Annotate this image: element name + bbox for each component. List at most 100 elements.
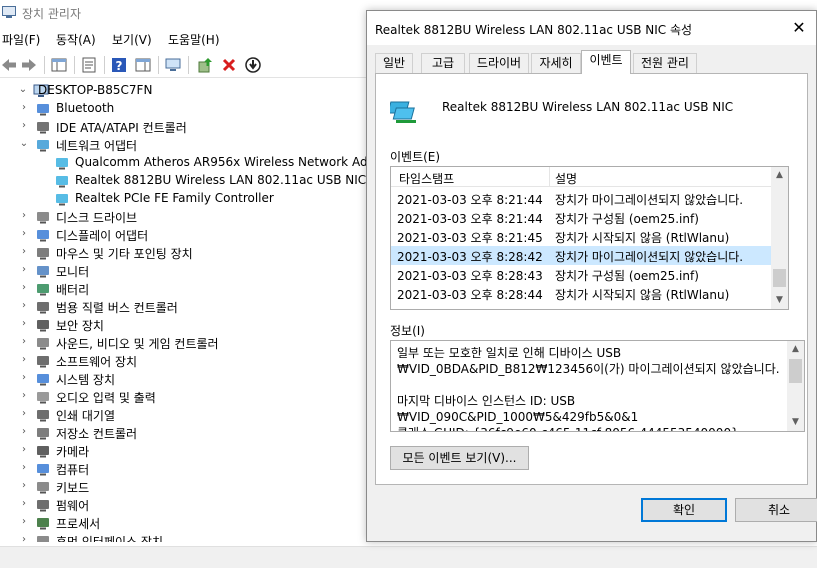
event-row[interactable]: 2021-03-03 오후 8:21:45 장치가 시작되지 않음 (RtlWla… — [391, 227, 787, 246]
event-timestamp: 2021-03-03 오후 8:28:42 — [397, 250, 543, 264]
tree-category-label: 보안 장치 — [56, 319, 104, 333]
properties-dialog: Realtek 8812BU Wireless LAN 802.11ac USB… — [366, 10, 817, 542]
expand-chevron-icon[interactable]: › — [19, 102, 29, 114]
expand-chevron-icon[interactable]: › — [19, 372, 29, 384]
security-device-icon — [37, 320, 49, 332]
event-description: 장치가 구성됨 (oem25.inf) — [555, 212, 699, 226]
info-textbox[interactable]: 일부 또는 모호한 일치로 인해 디바이스 USB ₩VID_0BDA&PID_… — [390, 340, 805, 432]
cancel-button[interactable]: 취소 — [735, 498, 817, 522]
ok-button[interactable]: 확인 — [641, 498, 727, 522]
scroll-thumb[interactable] — [773, 269, 786, 287]
events-list[interactable]: 타임스탬프 설명 2021-03-03 오후 8:21:44 장치가 마이그레이션… — [390, 166, 789, 310]
event-timestamp: 2021-03-03 오후 8:21:45 — [397, 231, 543, 245]
column-separator[interactable] — [549, 167, 550, 187]
action-pane-icon[interactable] — [134, 56, 152, 74]
toolbar-separator — [104, 56, 105, 74]
event-row[interactable]: 2021-03-03 오후 8:28:42 장치가 마이그레이션되지 않았습니다. — [391, 246, 787, 265]
events-scrollbar[interactable]: ▲ ▼ — [771, 167, 788, 309]
toolbar-separator — [44, 56, 45, 74]
collapse-chevron-icon[interactable]: ⌄ — [18, 84, 28, 96]
scroll-thumb[interactable] — [789, 359, 802, 383]
computer-icon — [37, 464, 49, 476]
mouse-icon — [37, 248, 49, 260]
expand-chevron-icon[interactable]: › — [19, 534, 29, 542]
menu-help[interactable]: 도움말(H) — [168, 31, 220, 48]
close-icon[interactable]: ✕ — [782, 11, 816, 45]
event-description: 장치가 시작되지 않음 (RtlWlanu) — [555, 288, 730, 302]
tree-category-label: 배터리 — [56, 283, 90, 297]
event-row[interactable]: 2021-03-03 오후 8:28:43 장치가 구성됨 (oem25.inf) — [391, 265, 787, 284]
tab-events[interactable]: 이벤트 — [581, 50, 631, 74]
scan-hardware-icon[interactable] — [164, 56, 182, 74]
expand-chevron-icon[interactable]: › — [19, 354, 29, 366]
system-device-icon — [37, 374, 49, 386]
event-description: 장치가 마이그레이션되지 않았습니다. — [555, 250, 744, 264]
help-icon[interactable]: ? — [110, 56, 128, 74]
expand-chevron-icon[interactable]: › — [19, 516, 29, 528]
expand-chevron-icon[interactable]: › — [19, 444, 29, 456]
expand-chevron-icon[interactable]: › — [19, 336, 29, 348]
column-header-description[interactable]: 설명 — [555, 170, 577, 187]
toolbar-separator — [188, 56, 189, 74]
update-driver-icon[interactable] — [196, 56, 214, 74]
expand-chevron-icon[interactable]: › — [19, 480, 29, 492]
battery-icon — [37, 284, 49, 296]
svg-text:?: ? — [116, 59, 123, 73]
collapse-chevron-icon[interactable]: ⌄ — [19, 138, 29, 150]
expand-chevron-icon[interactable]: › — [19, 408, 29, 420]
scroll-up-icon[interactable]: ▲ — [787, 341, 804, 358]
tree-category-label: 키보드 — [56, 481, 90, 495]
display-adapter-icon — [37, 230, 49, 242]
scroll-down-icon[interactable]: ▼ — [771, 292, 788, 309]
expand-chevron-icon[interactable]: › — [19, 228, 29, 240]
processor-icon — [37, 518, 49, 530]
menu-view[interactable]: 보기(V) — [112, 31, 152, 48]
event-row[interactable]: 2021-03-03 오후 8:21:44 장치가 구성됨 (oem25.inf) — [391, 208, 787, 227]
event-description: 장치가 마이그레이션되지 않았습니다. — [555, 193, 744, 207]
device-manager-title: 장치 관리자 — [22, 7, 82, 21]
back-arrow-icon[interactable] — [0, 56, 18, 74]
expand-chevron-icon[interactable]: › — [19, 282, 29, 294]
expand-chevron-icon[interactable]: › — [19, 246, 29, 258]
expand-chevron-icon[interactable]: › — [19, 462, 29, 474]
tab-power-management[interactable]: 전원 관리 — [633, 53, 697, 73]
tab-driver[interactable]: 드라이버 — [469, 53, 529, 73]
info-scrollbar[interactable]: ▲ ▼ — [787, 341, 804, 431]
tab-general[interactable]: 일반 — [375, 53, 413, 73]
expand-chevron-icon[interactable]: › — [19, 120, 29, 132]
expand-chevron-icon[interactable]: › — [19, 498, 29, 510]
tab-advanced[interactable]: 고급 — [421, 53, 465, 73]
tree-category-label: 카메라 — [56, 445, 90, 459]
tree-category-label: 컴퓨터 — [56, 463, 90, 477]
tree-category-label: 마우스 및 기타 포인팅 장치 — [56, 247, 193, 261]
expand-chevron-icon[interactable]: › — [19, 426, 29, 438]
scroll-up-icon[interactable]: ▲ — [771, 167, 788, 184]
expand-chevron-icon[interactable]: › — [19, 264, 29, 276]
network-adapter-icon — [56, 158, 68, 170]
menu-file[interactable]: 파일(F) — [2, 31, 40, 48]
view-all-events-button[interactable]: 모든 이벤트 보기(V)... — [390, 446, 529, 470]
network-adapter-icon — [37, 140, 49, 152]
event-row[interactable]: 2021-03-03 오후 8:21:44 장치가 마이그레이션되지 않았습니다. — [391, 189, 787, 208]
horizontal-scrollbar[interactable] — [0, 546, 817, 568]
event-row[interactable]: 2021-03-03 오후 8:28:44 장치가 시작되지 않음 (RtlWla… — [391, 284, 787, 303]
expand-chevron-icon[interactable]: › — [19, 300, 29, 312]
tree-root-label[interactable]: DESKTOP-B85C7FN — [38, 83, 152, 101]
column-header-timestamp[interactable]: 타임스탬프 — [399, 170, 454, 187]
properties-icon[interactable] — [80, 56, 98, 74]
keyboard-icon — [37, 482, 49, 494]
uninstall-device-icon[interactable] — [220, 56, 238, 74]
show-hide-console-tree-icon[interactable] — [50, 56, 68, 74]
monitor-icon — [37, 266, 49, 278]
expand-chevron-icon[interactable]: › — [19, 318, 29, 330]
expand-chevron-icon[interactable]: › — [19, 210, 29, 222]
dialog-titlebar[interactable]: Realtek 8812BU Wireless LAN 802.11ac USB… — [367, 11, 816, 45]
audio-io-icon — [37, 392, 49, 404]
disable-device-icon[interactable] — [244, 56, 262, 74]
forward-arrow-icon[interactable] — [20, 56, 38, 74]
tree-category-label: 소프트웨어 장치 — [56, 355, 138, 369]
expand-chevron-icon[interactable]: › — [19, 390, 29, 402]
scroll-down-icon[interactable]: ▼ — [787, 414, 804, 431]
menu-action[interactable]: 동작(A) — [56, 31, 96, 48]
tab-details[interactable]: 자세히 — [531, 53, 581, 73]
